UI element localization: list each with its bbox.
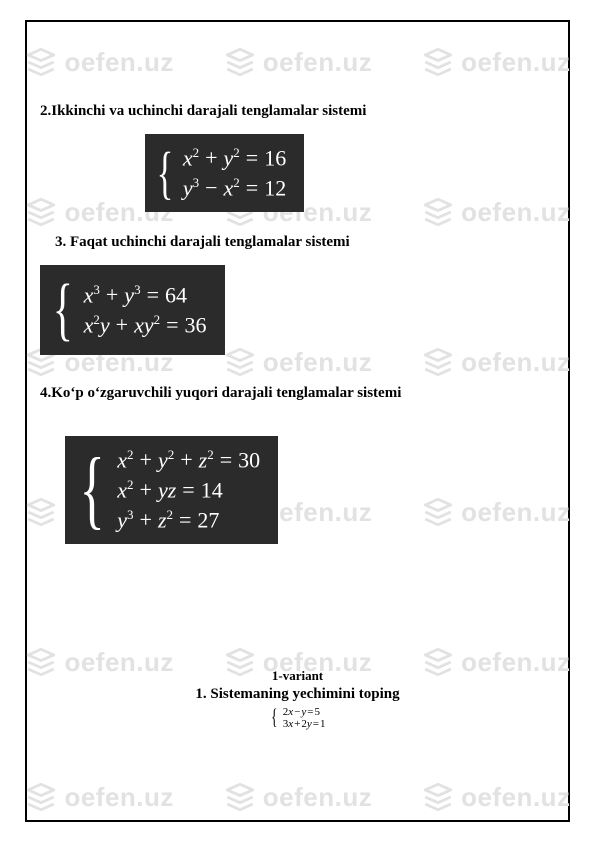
equation-system-4: { x2+y2+z2=30 x2+yz=14 y3+z2=27 bbox=[65, 436, 278, 544]
content: 2.Ikkinchi va uchinchi darajali tenglama… bbox=[35, 30, 560, 731]
section-3-heading: 3. Faqat uchinchi darajali tenglamalar s… bbox=[55, 234, 560, 251]
equation-line: 3x+2y=1 bbox=[283, 718, 326, 730]
section-4-heading: 4.Koʻp oʻzgaruvchili yuqori darajali ten… bbox=[40, 385, 560, 402]
left-brace-icon: { bbox=[272, 704, 278, 730]
left-brace-icon: { bbox=[79, 446, 104, 534]
watermark-text: oefen.uz bbox=[263, 782, 372, 813]
equation-line: x2+y2+z2=30 bbox=[117, 447, 260, 473]
stack-icon bbox=[223, 780, 257, 814]
equation-line: x2+y2=16 bbox=[183, 145, 286, 171]
watermark-item: oefen.uz bbox=[421, 780, 570, 814]
equation-system-2: { x2+y2=16 y3−x2=12 bbox=[145, 134, 304, 212]
equation-system-3: { x3+y3=64 x2y+xy2=36 bbox=[40, 265, 225, 355]
equation-line: 2x−y=5 bbox=[283, 706, 320, 718]
watermark-text: oefen.uz bbox=[461, 782, 570, 813]
watermark-item: oefen.uz bbox=[223, 780, 372, 814]
equation-line: x3+y3=64 bbox=[84, 282, 207, 308]
stack-icon bbox=[24, 780, 58, 814]
equation-system-small: { 2x−y=5 3x+2y=1 bbox=[35, 705, 560, 731]
watermark-item: oefen.uz bbox=[24, 780, 173, 814]
left-brace-icon: { bbox=[53, 275, 73, 345]
variant-title: 1-variant bbox=[35, 668, 560, 684]
stack-icon bbox=[421, 780, 455, 814]
equation-line: y3+z2=27 bbox=[117, 507, 260, 533]
equation-line: x2y+xy2=36 bbox=[84, 312, 207, 338]
equation-line: y3−x2=12 bbox=[183, 175, 286, 201]
question-1-heading: 1. Sistemaning yechimini toping bbox=[35, 686, 560, 703]
section-2-heading: 2.Ikkinchi va uchinchi darajali tenglama… bbox=[40, 103, 560, 120]
left-brace-icon: { bbox=[157, 144, 174, 202]
watermark-text: oefen.uz bbox=[64, 782, 173, 813]
equation-line: x2+yz=14 bbox=[117, 477, 260, 503]
